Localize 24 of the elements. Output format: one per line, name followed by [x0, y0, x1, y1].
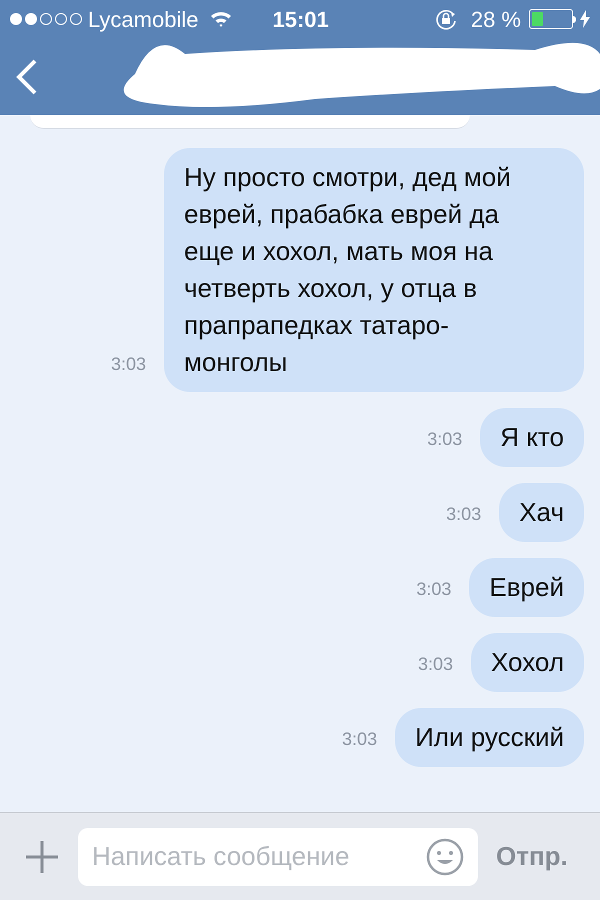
back-chevron-icon — [14, 58, 38, 96]
battery-icon — [529, 9, 573, 29]
message-time: 3:03 — [342, 728, 378, 751]
message-bubble: Или русский — [395, 708, 584, 767]
message-bubble: Я кто — [480, 408, 584, 467]
message-time: 3:03 — [416, 578, 452, 601]
message-bubble: Хохол — [471, 633, 584, 692]
carrier-name: Lycamobile — [88, 6, 198, 34]
clock: 15:01 — [272, 6, 329, 34]
message-time: 3:03 — [446, 503, 482, 526]
wifi-icon — [210, 11, 232, 27]
message-input-field[interactable]: Написать сообщение — [92, 837, 426, 876]
smiley-icon[interactable] — [426, 838, 464, 876]
message-bubble: Еврей — [469, 558, 584, 617]
message-bubble: Хач — [499, 483, 584, 542]
rotation-lock-icon — [434, 8, 457, 30]
message-time: 3:03 — [418, 653, 453, 676]
send-button[interactable]: Отпр. — [496, 837, 568, 876]
message-time: 3:03 — [110, 353, 146, 376]
message-bubble: Ну просто смотри, дед мой еврей, прабабка еврей да еще и хохол, мать моя на четверть хохол, у отца в прапрапедках татаро-монголы — [164, 148, 584, 392]
message-time: 3:03 — [427, 428, 462, 451]
battery-percent: 28 % — [470, 6, 521, 34]
plus-icon[interactable] — [24, 838, 60, 874]
message-field[interactable]: Написать сообщение — [78, 828, 478, 886]
